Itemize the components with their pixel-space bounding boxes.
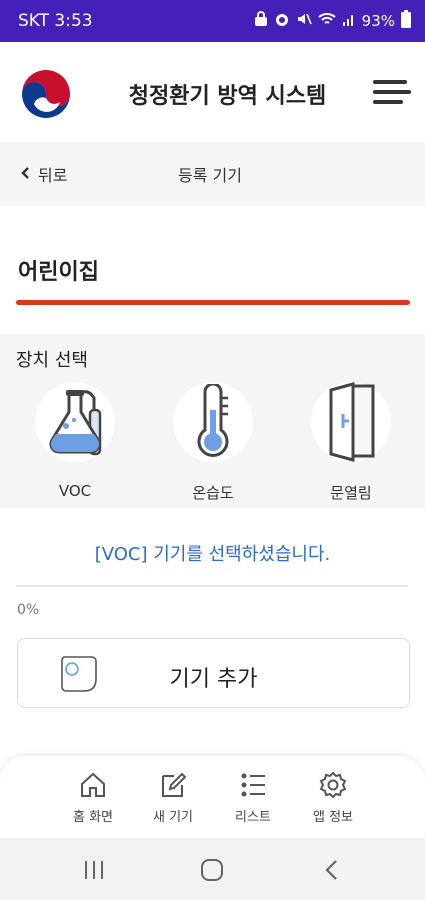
- device-option-door[interactable]: 문열림: [306, 382, 396, 503]
- back-nav-icon[interactable]: [318, 856, 346, 884]
- device-select-panel: 장치 선택 VOC 온습도 문열림: [0, 334, 425, 508]
- nav-item-new-device[interactable]: 새 기기: [138, 770, 208, 825]
- door-icon: [311, 382, 391, 462]
- edit-icon: [158, 770, 188, 800]
- app-title: 청정환기 방역 시스템: [128, 84, 327, 109]
- device-label-door: 문열림: [330, 484, 372, 502]
- system-nav-bar: [0, 838, 425, 900]
- location-title: 어린이집: [18, 260, 99, 285]
- battery-text: 93%: [361, 12, 395, 30]
- nav-item-app-info[interactable]: 앱 정보: [298, 770, 368, 825]
- add-device-button[interactable]: 기기 추가: [17, 638, 410, 708]
- thermometer-icon: [173, 382, 253, 462]
- sub-header: 뒤로 등록 기기: [0, 142, 425, 206]
- title-underline: [16, 300, 410, 305]
- alarm-icon: [274, 11, 290, 31]
- lock-icon: [254, 11, 268, 31]
- status-bar: SKT 3:53 93%: [0, 0, 425, 42]
- app-header: 청정환기 방역 시스템: [0, 42, 425, 142]
- gear-icon: [318, 770, 348, 800]
- home-button-icon[interactable]: [198, 856, 226, 884]
- hamburger-menu-icon[interactable]: [373, 80, 411, 108]
- selection-message: [VOC] 기기를 선택하셨습니다.: [94, 544, 331, 565]
- status-icons: 93%: [254, 10, 411, 32]
- mute-icon: [296, 11, 312, 31]
- flask-icon: [35, 382, 115, 462]
- status-time: SKT 3:53: [18, 11, 93, 31]
- home-icon: [78, 770, 108, 800]
- signal-icon: [342, 11, 356, 31]
- chevron-left-icon: [20, 165, 30, 184]
- add-device-label: 기기 추가: [169, 667, 258, 692]
- nav-label-app-info: 앱 정보: [312, 810, 353, 825]
- nav-label-new-device: 새 기기: [152, 810, 193, 825]
- bottom-nav: 홈 화면 새 기기 리스트 앱 정보: [0, 756, 425, 838]
- back-button[interactable]: 뒤로: [20, 162, 67, 186]
- recent-apps-icon[interactable]: [80, 856, 108, 884]
- page-title: 등록 기기: [178, 166, 242, 185]
- device-option-voc[interactable]: VOC: [30, 382, 120, 500]
- device-label-temp-humidity: 온습도: [192, 484, 234, 502]
- device-label-voc: VOC: [58, 482, 92, 500]
- nav-label-home: 홈 화면: [72, 810, 113, 825]
- progress-divider: [16, 585, 408, 587]
- nav-item-list[interactable]: 리스트: [218, 770, 288, 825]
- device-option-temp-humidity[interactable]: 온습도: [168, 382, 258, 503]
- progress-text: 0%: [17, 602, 40, 618]
- device-select-label: 장치 선택: [16, 350, 88, 371]
- list-icon: [238, 770, 268, 800]
- nav-item-home[interactable]: 홈 화면: [58, 770, 128, 825]
- back-label: 뒤로: [38, 166, 68, 185]
- wifi-icon: [317, 11, 336, 31]
- battery-icon: [401, 10, 411, 32]
- nav-label-list: 리스트: [235, 810, 271, 825]
